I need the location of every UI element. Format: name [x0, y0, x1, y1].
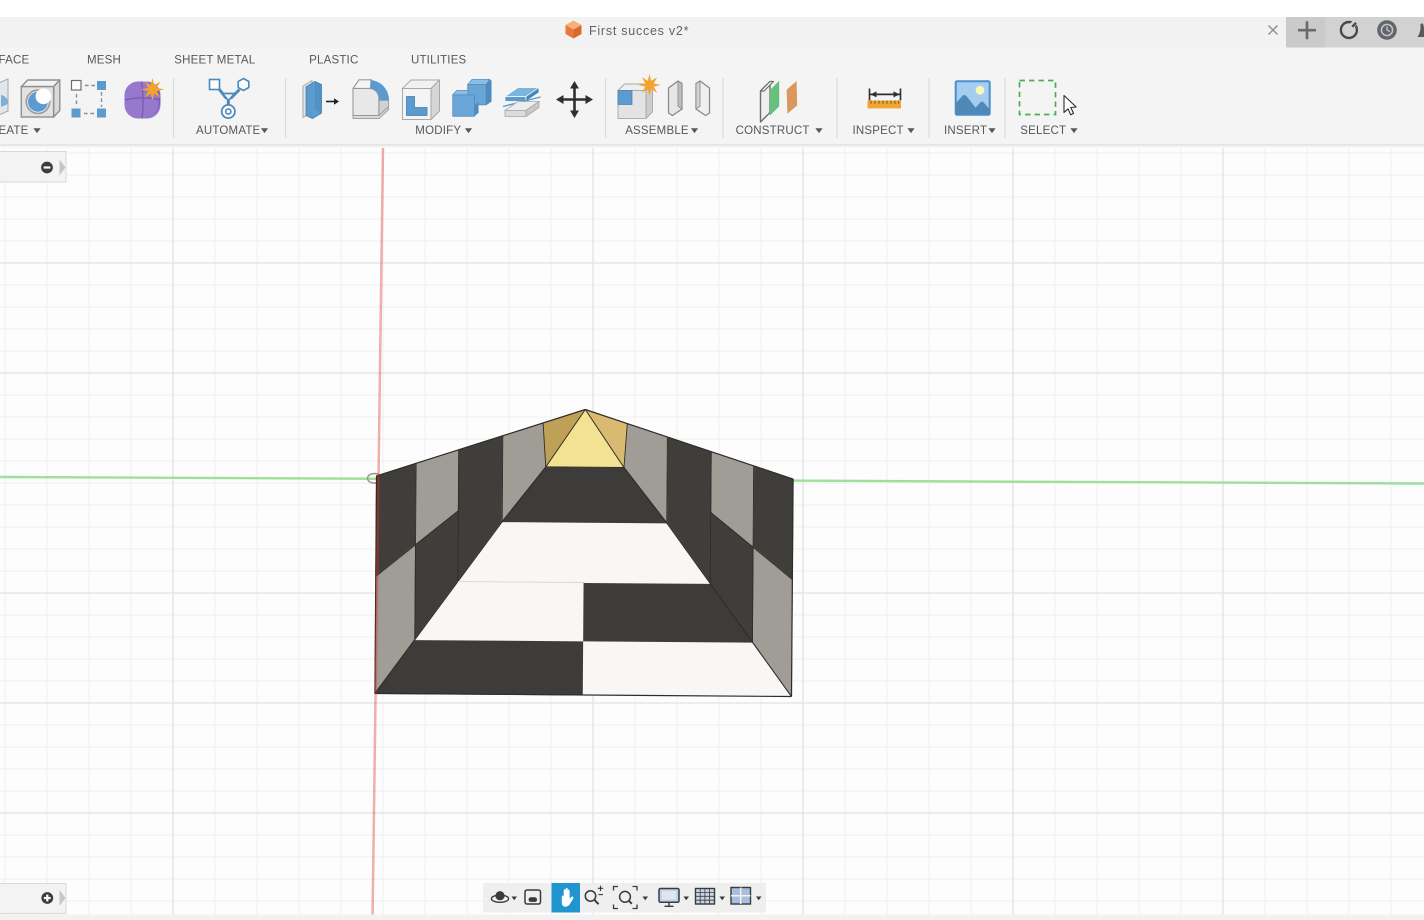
- svg-text:EATE: EATE: [0, 125, 29, 137]
- svg-text:AUTOMATE: AUTOMATE: [196, 125, 261, 137]
- svg-text:PLASTIC: PLASTIC: [309, 55, 358, 67]
- svg-text:FACE: FACE: [0, 55, 29, 67]
- svg-text:MESH: MESH: [87, 55, 121, 67]
- svg-text:MODIFY: MODIFY: [415, 125, 461, 137]
- svg-text:SELECT: SELECT: [1020, 125, 1066, 137]
- svg-text:INSERT: INSERT: [944, 125, 987, 137]
- svg-text:ASSEMBLE: ASSEMBLE: [625, 125, 689, 137]
- svg-text:First succes v2*: First succes v2*: [589, 24, 689, 38]
- svg-text:UTILITIES: UTILITIES: [411, 55, 467, 67]
- svg-text:CONSTRUCT: CONSTRUCT: [736, 125, 810, 137]
- svg-text:INSPECT: INSPECT: [853, 125, 904, 137]
- svg-text:SHEET METAL: SHEET METAL: [174, 55, 255, 67]
